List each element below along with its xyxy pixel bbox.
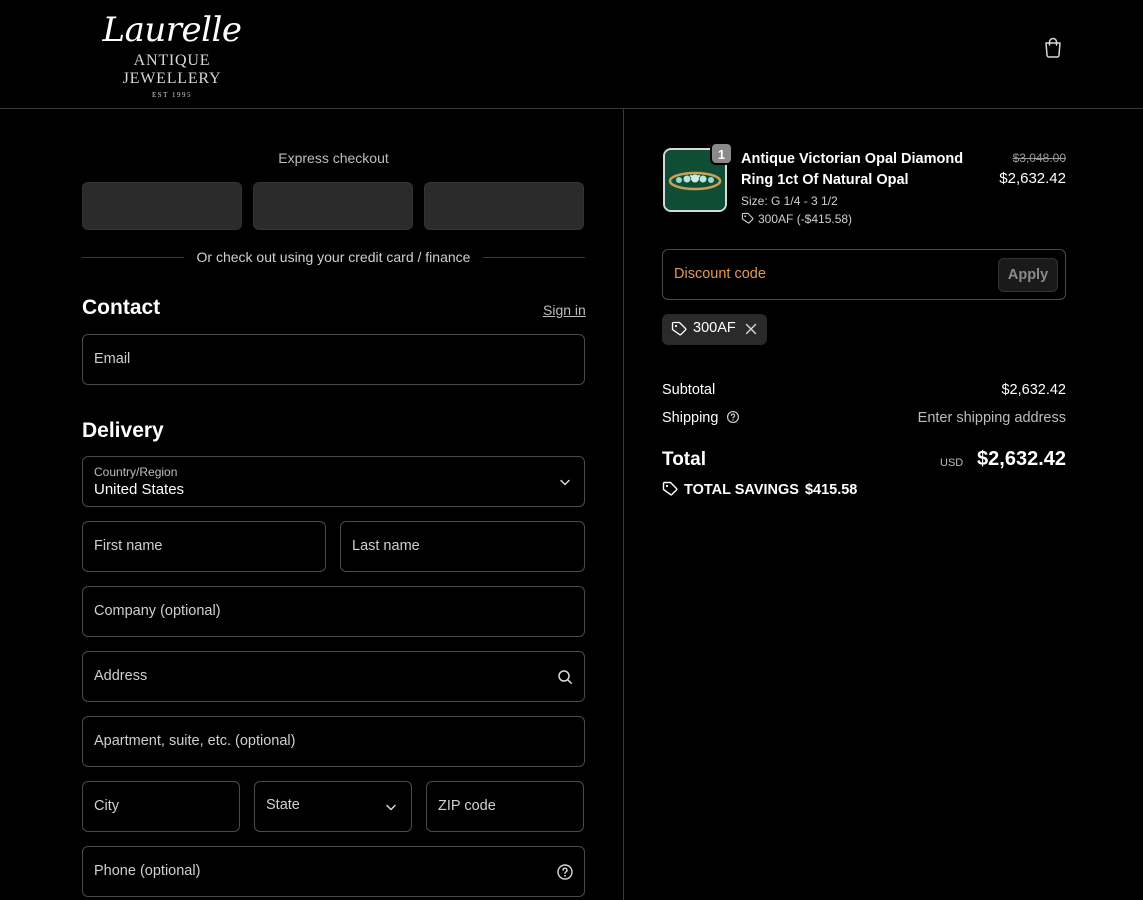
alternative-checkout-text: Or check out using your credit card / fi… bbox=[82, 249, 585, 265]
question-circle-icon[interactable] bbox=[726, 410, 740, 424]
zip-placeholder: ZIP code bbox=[438, 798, 496, 814]
product-discount-text: 300AF (-$415.58) bbox=[758, 212, 853, 226]
shipping-value: Enter shipping address bbox=[917, 410, 1066, 426]
close-icon[interactable] bbox=[744, 322, 758, 336]
quantity-badge: 1 bbox=[710, 142, 733, 165]
phone-placeholder: Phone (optional) bbox=[94, 863, 201, 879]
discounted-price: $2,632.42 bbox=[999, 170, 1066, 187]
product-discount: 300AF (-$415.58) bbox=[741, 212, 852, 226]
total-savings-label: TOTAL SAVINGS bbox=[684, 482, 799, 498]
product-size: Size: G 1/4 - 3 1/2 bbox=[741, 194, 838, 208]
total-value: $2,632.42 bbox=[977, 448, 1066, 470]
original-price: $3,048.00 bbox=[1012, 151, 1066, 165]
tag-icon bbox=[741, 212, 754, 224]
first-name-field[interactable]: First name bbox=[82, 521, 326, 572]
shipping-label: Shipping bbox=[662, 410, 740, 426]
phone-field[interactable]: Phone (optional) bbox=[82, 846, 585, 897]
tag-icon bbox=[671, 321, 687, 336]
last-name-placeholder: Last name bbox=[352, 538, 420, 554]
apply-discount-button[interactable]: Apply bbox=[998, 258, 1058, 292]
currency-code: USD bbox=[940, 457, 964, 469]
product-name: Antique Victorian Opal Diamond Ring 1ct … bbox=[741, 151, 964, 188]
chevron-down-icon bbox=[560, 479, 570, 486]
tag-icon bbox=[662, 481, 678, 496]
apartment-field[interactable]: Apartment, suite, etc. (optional) bbox=[82, 716, 585, 767]
site-header: Laurelle ANTIQUE JEWELLERY EST 1995 bbox=[0, 0, 1143, 109]
logo-est: EST 1995 bbox=[151, 91, 193, 99]
state-placeholder: State bbox=[266, 797, 300, 813]
subtotal-label: Subtotal bbox=[662, 382, 716, 398]
question-circle-icon[interactable] bbox=[556, 863, 574, 881]
column-divider bbox=[623, 109, 624, 900]
zip-field[interactable]: ZIP code bbox=[426, 781, 584, 832]
search-icon bbox=[558, 670, 572, 684]
contact-title: Contact bbox=[82, 296, 161, 319]
logo-script: Laurelle bbox=[102, 10, 243, 50]
company-placeholder: Company (optional) bbox=[94, 603, 221, 619]
city-placeholder: City bbox=[94, 798, 119, 814]
shopping-bag-icon[interactable] bbox=[1042, 36, 1064, 58]
country-select[interactable]: Country/Region United States bbox=[82, 456, 585, 507]
applied-discount-chip: 300AF bbox=[662, 314, 767, 345]
country-label: Country/Region bbox=[94, 465, 178, 479]
express-pay-button-1[interactable] bbox=[82, 182, 242, 230]
state-select[interactable]: State bbox=[254, 781, 412, 832]
express-checkout-label: Express checkout bbox=[278, 150, 389, 166]
applied-discount-code: 300AF bbox=[693, 320, 736, 336]
email-field[interactable]: Email bbox=[82, 334, 585, 385]
subtotal-value: $2,632.42 bbox=[1001, 382, 1066, 398]
email-placeholder: Email bbox=[94, 351, 131, 367]
shipping-label-text: Shipping bbox=[662, 410, 719, 426]
total-savings-value: $415.58 bbox=[804, 482, 858, 498]
country-value: United States bbox=[94, 481, 185, 498]
express-pay-button-2[interactable] bbox=[253, 182, 413, 230]
delivery-title: Delivery bbox=[82, 419, 164, 442]
apartment-placeholder: Apartment, suite, etc. (optional) bbox=[94, 733, 296, 749]
total-label: Total bbox=[662, 449, 706, 470]
total-savings: TOTAL SAVINGS $415.58 bbox=[662, 481, 857, 498]
brand-logo[interactable]: Laurelle ANTIQUE JEWELLERY EST 1995 bbox=[92, 10, 252, 99]
address-placeholder: Address bbox=[94, 668, 148, 684]
sign-in-link[interactable]: Sign in bbox=[543, 302, 586, 318]
city-field[interactable]: City bbox=[82, 781, 240, 832]
address-field[interactable]: Address bbox=[82, 651, 585, 702]
discount-code-placeholder: Discount code bbox=[674, 266, 766, 282]
last-name-field[interactable]: Last name bbox=[340, 521, 585, 572]
express-pay-button-3[interactable] bbox=[424, 182, 584, 230]
company-field[interactable]: Company (optional) bbox=[82, 586, 585, 637]
first-name-placeholder: First name bbox=[94, 538, 163, 554]
logo-subtitle: ANTIQUE JEWELLERY bbox=[122, 52, 222, 87]
chevron-down-icon bbox=[386, 804, 396, 811]
